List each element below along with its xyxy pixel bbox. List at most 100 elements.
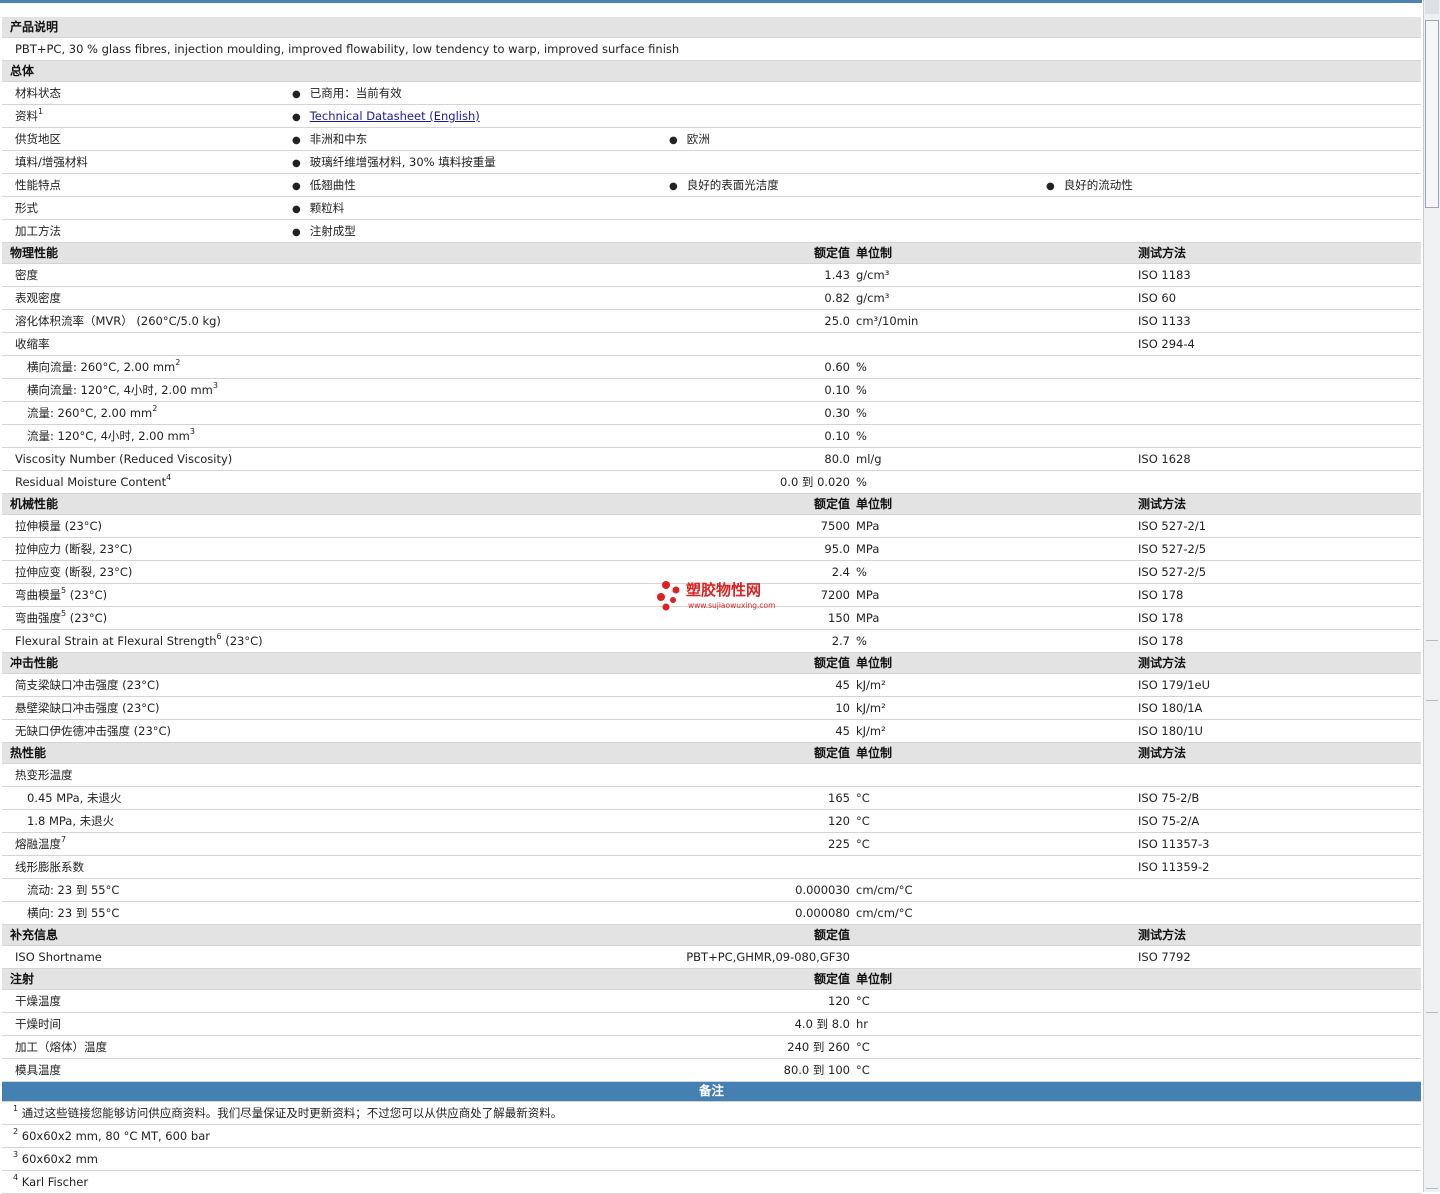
column-header-value: 额定值 [813, 746, 850, 760]
property-unit: g/cm³ [856, 268, 890, 282]
column-header-test: 测试方法 [1138, 928, 1187, 942]
property-row: Residual Moisture Content4 0.0 到 0.020% [2, 471, 1421, 494]
property-label-text: 表观密度 [15, 291, 61, 305]
property-label-text: 横向流量: 120°C, 4小时, 2.00 mm [27, 383, 213, 397]
bullet-item: ● 非洲和中东 [292, 133, 367, 147]
property-row: 溶化体积流率（MVR） (260°C/5.0 kg) 25.0 cm³/10min I… [2, 310, 1421, 333]
section-header: 机械性能 额定值 单位制 测试方法 [2, 494, 1421, 515]
property-unit: MPa [856, 542, 880, 556]
property-value: 45 [835, 678, 850, 692]
property-unit: kJ/m² [856, 678, 886, 692]
property-label-text: 拉伸应力 (断裂, 23°C) [15, 542, 133, 556]
property-label-text: 1.8 MPa, 未退火 [27, 814, 115, 828]
property-label-text: ISO Shortname [15, 950, 102, 964]
property-label: 悬壁梁缺口冲击强度 (23°C) [15, 702, 160, 715]
property-row: 简支梁缺口冲击强度 (23°C) 45 kJ/m² ISO 179/1eU [2, 674, 1421, 697]
property-value: 0.30 [824, 406, 850, 420]
property-row: 流动: 23 到 55°C 0.000030 cm/cm/°C [2, 879, 1421, 902]
property-label-text: Viscosity Number (Reduced Viscosity) [15, 452, 233, 466]
scroll-up-arrow-icon[interactable] [1425, 0, 1439, 14]
property-label: 形式 [15, 202, 38, 215]
bullet-text: 良好的流动性 [1063, 178, 1133, 192]
section-title: 物理性能 [10, 246, 59, 260]
property-row: 加工（熔体）温度 240 到 260 °C [2, 1036, 1421, 1059]
property-unit: ml/g [856, 452, 882, 466]
property-test-method: ISO 180/1U [1138, 724, 1203, 738]
section-title: 总体 [10, 64, 35, 78]
property-label: ISO Shortname [15, 951, 102, 964]
property-label-text: 简支梁缺口冲击强度 (23°C) [15, 678, 160, 692]
property-label: 溶化体积流率（MVR） (260°C/5.0 kg) [15, 315, 221, 328]
property-label-text: 流量: 120°C, 4小时, 2.00 mm [27, 429, 190, 443]
property-label: 无缺口伊佐德冲击强度 (23°C) [15, 725, 171, 738]
property-unit: g/cm³ [856, 291, 890, 305]
property-label: 弯曲强度5 (23°C) [15, 610, 107, 625]
property-unit: °C [856, 837, 870, 851]
note-row: 4 Karl Fischer [2, 1171, 1421, 1194]
property-test-method: ISO 7792 [1138, 950, 1191, 964]
section-title: 热性能 [10, 746, 47, 760]
technical-datasheet-link[interactable]: Technical Datasheet (English) [310, 109, 480, 123]
property-row: 0.45 MPa, 未退火 165 °C ISO 75-2/B [2, 787, 1421, 810]
property-label-text: 材料状态 [15, 86, 61, 100]
section-header-general: 总体 [2, 61, 1421, 82]
property-unit: °C [856, 791, 870, 805]
property-unit: MPa [856, 611, 880, 625]
property-label: 0.45 MPa, 未退火 [27, 792, 121, 805]
column-header-value: 额定值 [813, 497, 850, 511]
column-header-value: 额定值 [813, 656, 850, 670]
scrollbar-thumb[interactable] [1425, 20, 1439, 208]
section-title: 注射 [10, 972, 35, 986]
property-row: Flexural Strain at Flexural Strength6 (2… [2, 630, 1421, 653]
property-unit: % [856, 475, 867, 489]
property-value: 120 [828, 814, 850, 828]
property-label: 熔融温度7 [15, 836, 66, 851]
general-row: 性能特点 ● 低翘曲性 ● 良好的表面光洁度 ● 良好的流动性 [2, 174, 1421, 197]
property-label: 拉伸应力 (断裂, 23°C) [15, 543, 132, 556]
property-row: 干燥时间 4.0 到 8.0 hr [2, 1013, 1421, 1036]
general-row: 供货地区 ● 非洲和中东 ● 欧洲 [2, 128, 1421, 151]
property-label: 加工方法 [15, 225, 61, 238]
watermark-dots-icon [657, 581, 680, 611]
property-label: 干燥时间 [15, 1018, 61, 1031]
property-label-text: 性能特点 [15, 178, 61, 192]
property-row: ISO Shortname PBT+PC,GHMR,09-080,GF30 ISO … [2, 946, 1421, 969]
property-label-text: 填料/增强材料 [15, 155, 88, 169]
column-header-test: 测试方法 [1138, 497, 1187, 511]
property-label: 横向流量: 120°C, 4小时, 2.00 mm3 [27, 382, 218, 397]
property-label-text: 悬壁梁缺口冲击强度 (23°C) [15, 701, 160, 715]
bullet-icon: ● [292, 135, 301, 146]
property-label-text: 拉伸模量 (23°C) [15, 519, 103, 533]
bullet-icon: ● [292, 89, 301, 100]
property-value: 1.43 [824, 268, 850, 282]
note-item: 3 60x60x2 mm [13, 1151, 99, 1166]
section-header: 热性能 额定值 单位制 测试方法 [2, 743, 1421, 764]
column-header-test: 测试方法 [1138, 246, 1187, 260]
property-row: 流量: 260°C, 2.00 mm2 0.30% [2, 402, 1421, 425]
column-header-unit: 单位制 [856, 497, 893, 511]
property-label: 线形膨胀系数 [15, 861, 84, 874]
property-value: 0.0 到 0.020 [779, 475, 850, 489]
property-label: Residual Moisture Content4 [15, 474, 171, 489]
bullet-icon: ● [1046, 181, 1055, 192]
property-row: 无缺口伊佐德冲击强度 (23°C) 45 kJ/m² ISO 180/1U [2, 720, 1421, 743]
footnote-ref: 2 [152, 404, 158, 413]
note-text: 通过这些链接您能够访问供应商资料。我们尽量保证及时更新资料；不过您可以从供应商处… [21, 1106, 563, 1120]
property-row: 表观密度 0.82 g/cm³ ISO 60 [2, 287, 1421, 310]
bullet-icon: ● [292, 227, 301, 238]
note-text: 60x60x2 mm [21, 1152, 99, 1166]
bullet-text: 良好的表面光洁度 [686, 178, 779, 192]
bullet-item: ● 欧洲 [669, 133, 710, 147]
property-label-text: 干燥温度 [15, 994, 61, 1008]
property-row: 横向流量: 260°C, 2.00 mm2 0.60% [2, 356, 1421, 379]
note-row: 3 60x60x2 mm [2, 1148, 1421, 1171]
property-unit: °C [856, 814, 870, 828]
property-row: 流量: 120°C, 4小时, 2.00 mm3 0.10% [2, 425, 1421, 448]
property-value: 25.0 [824, 314, 850, 328]
property-row: 悬壁梁缺口冲击强度 (23°C) 10 kJ/m² ISO 180/1A [2, 697, 1421, 720]
product-desc-row: PBT+PC, 30 % glass fibres, injection mou… [2, 38, 1421, 61]
vertical-scrollbar[interactable] [1423, 0, 1440, 1192]
property-row: 1.8 MPa, 未退火 120 °C ISO 75-2/A [2, 810, 1421, 833]
property-label: 1.8 MPa, 未退火 [27, 815, 114, 828]
property-row: 线形膨胀系数 ISO 11359-2 [2, 856, 1421, 879]
